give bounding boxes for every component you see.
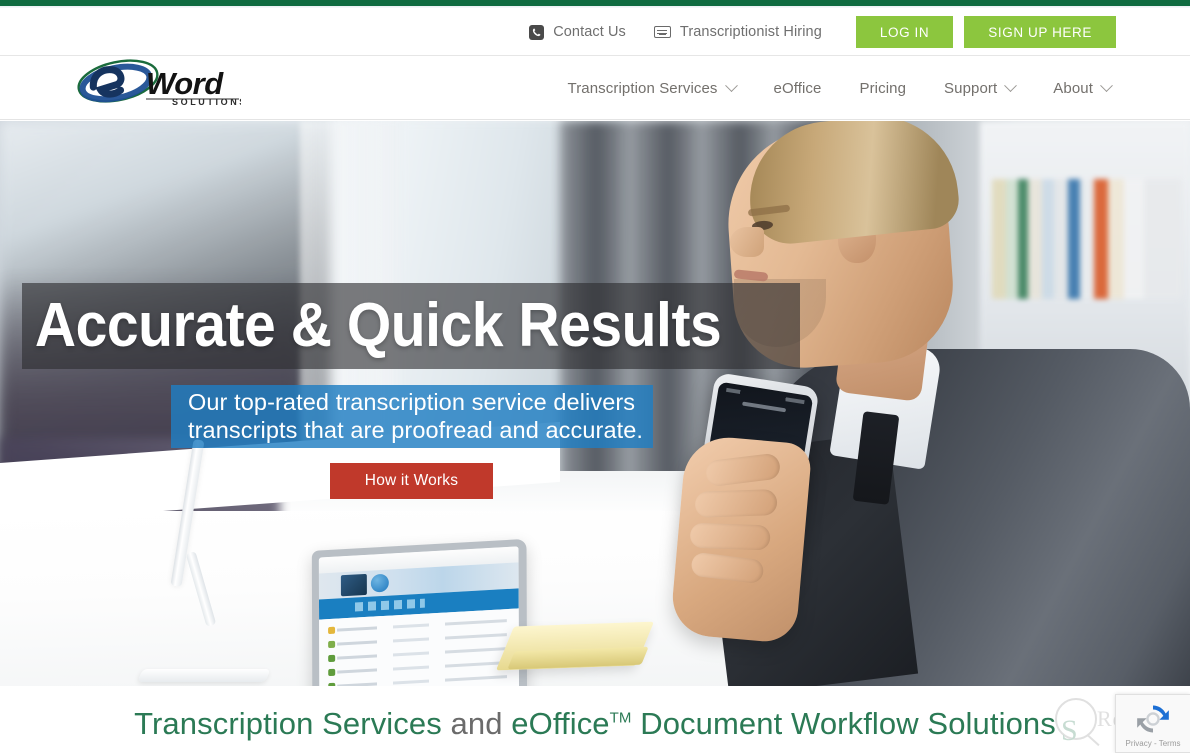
chevron-down-icon [724,78,738,92]
hero-subtitle: Our top-rated transcription service deli… [171,389,643,444]
recaptcha-icon [1134,700,1172,738]
trademark-symbol: TM [609,709,632,727]
hero-subtitle-line1: Our top-rated transcription service deli… [188,388,636,415]
screen-content [319,608,520,686]
nose [730,227,764,257]
nav-item-support[interactable]: Support [925,78,1034,97]
section-heading-part2: eOffice [511,706,610,741]
utility-bar: Contact Us Transcriptionist Hiring LOG I… [0,8,1190,56]
section-heading-part1: Transcription Services [134,706,442,741]
screen-avatar [340,573,367,597]
hero-title: Accurate & Quick Results [34,291,722,360]
site-logo[interactable]: Word SOLUTIONS [76,58,241,110]
nav-label: About [1053,79,1093,97]
hero-subtitle-line2: transcripts that are proofread and accur… [188,416,644,443]
section-heading-and: and [441,706,512,741]
svg-text:SOLUTIONS: SOLUTIONS [172,97,241,107]
transcriptionist-hiring-label: Transcriptionist Hiring [679,24,822,40]
recaptcha-privacy-terms[interactable]: Privacy - Terms [1126,739,1181,748]
transcriptionist-hiring-link[interactable]: Transcriptionist Hiring [653,24,822,40]
recaptcha-badge[interactable]: Privacy - Terms [1115,694,1190,753]
nav-label: Support [944,79,998,97]
section-heading-part3: Document Workflow Solutions [631,706,1056,741]
nav-item-pricing[interactable]: Pricing [840,80,925,97]
section-heading: Transcription Services and eOfficeTM Doc… [0,706,1190,742]
signup-button[interactable]: SIGN UP HERE [964,16,1116,48]
login-button[interactable]: LOG IN [855,16,954,48]
hero-subtitle-band: Our top-rated transcription service deli… [171,385,653,448]
svg-text:Word: Word [146,66,224,101]
hero-banner: New [0,121,1190,686]
webpage-root: Contact Us Transcriptionist Hiring LOG I… [0,0,1190,753]
nav-label: eOffice [773,79,822,97]
nav-item-about[interactable]: About [1034,78,1130,97]
keyboard-icon [653,26,671,38]
nav-label: Transcription Services [567,79,718,97]
chevron-down-icon [1004,78,1018,92]
contact-us-link[interactable]: Contact Us [529,24,626,40]
nav-label: Pricing [859,79,907,97]
chevron-down-icon [1100,78,1113,92]
nav-item-transcription-services[interactable]: Transcription Services [549,78,755,97]
hero-title-band: Accurate & Quick Results [22,283,800,369]
phone-status-bar [726,387,805,405]
utility-bar-inner: Contact Us Transcriptionist Hiring LOG I… [529,8,1116,56]
phone-icon [529,24,545,40]
how-it-works-button[interactable]: How it Works [330,463,493,499]
contact-us-label: Contact Us [553,24,626,40]
laptop-screen [318,546,520,686]
laptop-mockup [311,538,528,686]
hand-holding-phone [669,433,813,645]
phone-app-title [742,401,787,413]
laptop-lid [311,538,528,686]
desk-lamp-base [137,669,271,682]
nav-item-eoffice[interactable]: eOffice [755,80,841,97]
main-navigation: Transcription Services eOffice Pricing S… [549,56,1131,120]
